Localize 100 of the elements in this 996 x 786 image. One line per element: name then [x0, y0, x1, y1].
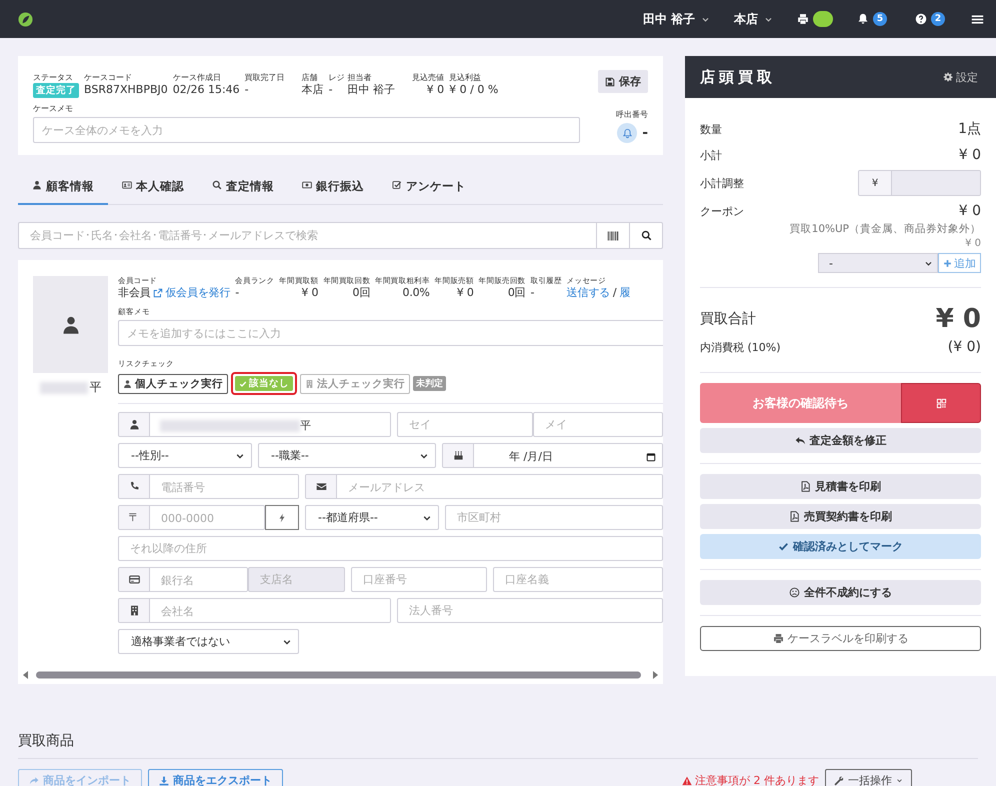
field-value: - — [244, 83, 250, 97]
store-menu[interactable]: 本店 — [734, 10, 773, 28]
person-icon — [32, 179, 42, 191]
bell-icon[interactable] — [857, 13, 869, 25]
status-badge: 査定完了 — [33, 83, 79, 98]
calendar-icon — [646, 452, 656, 462]
frown-face-icon — [789, 587, 800, 598]
field-value: 田中 裕子 — [348, 83, 396, 97]
id-card-icon — [122, 179, 132, 191]
add-coupon-button[interactable]: 追加 — [938, 253, 981, 273]
check-result-badge: 該当なし — [235, 376, 293, 391]
field-label: 店舗 — [302, 72, 319, 83]
panel-title: 店頭買取 — [700, 68, 776, 86]
action-button[interactable]: 見積書を印刷 — [700, 474, 981, 499]
tab[interactable]: 査定情報 — [198, 179, 288, 205]
warning-icon — [682, 776, 692, 786]
job-select[interactable]: --職業-- — [258, 443, 436, 468]
summary-label: 小計 — [700, 148, 722, 162]
summary-label: 数量 — [700, 122, 722, 136]
person-icon — [128, 419, 140, 430]
invoice-status-select[interactable]: 適格事業者ではない — [118, 629, 299, 654]
field-label: 見込利益 — [449, 72, 482, 83]
menu-icon[interactable] — [971, 12, 984, 26]
summary-value: ¥ 0 — [958, 147, 981, 163]
leaf-logo-icon — [18, 12, 33, 26]
notification-count: 5 — [873, 12, 887, 26]
action-button[interactable]: 全件不成約にする — [700, 580, 981, 605]
printer-icon — [772, 633, 784, 644]
postal-code-field[interactable]: 〒 000-0000 — [118, 505, 265, 530]
bulk-action-button[interactable]: 一括操作 — [825, 769, 912, 786]
external-link-icon — [153, 288, 164, 298]
name-value: 平 — [300, 418, 311, 433]
tab[interactable]: アンケート — [378, 179, 480, 205]
total-label: 買取合計 — [700, 310, 756, 328]
summary-label: 小計調整 — [700, 176, 744, 190]
help-icon[interactable] — [915, 13, 927, 25]
summary-label: クーポン — [700, 204, 744, 218]
field-value: ¥ 0 — [426, 83, 444, 97]
summary-value: 1点 — [958, 120, 981, 138]
field-value: BSR87XHBPBJ0 — [84, 83, 168, 97]
warning-text: 注意事項が 2 件あります — [682, 773, 819, 786]
field-label: 担当者 — [348, 72, 373, 83]
settings-icon — [943, 72, 953, 82]
check-icon — [239, 380, 247, 388]
bell-icon — [622, 128, 633, 138]
coupon-note-value: ¥ 0 — [964, 238, 981, 249]
coupon-select[interactable]: - — [818, 253, 938, 273]
cake-icon — [452, 450, 464, 461]
wrench-icon — [834, 776, 844, 786]
gender-select[interactable]: --性別-- — [118, 443, 252, 468]
call-number-value: - — [642, 125, 648, 141]
pdf-file-icon — [789, 511, 800, 522]
postal-mark: 〒 — [119, 506, 150, 529]
export-button[interactable]: 商品をエクスポート — [148, 769, 283, 786]
banknote-icon — [302, 179, 312, 191]
section-title: 買取商品 — [18, 732, 978, 759]
separator-text: / — [612, 286, 616, 300]
action-button[interactable]: 売買契約書を印刷 — [700, 504, 981, 529]
field-label: 買取完了日 — [244, 72, 285, 83]
print-label-button[interactable]: ケースラベルを印刷する — [700, 626, 981, 651]
printer-icon[interactable] — [797, 13, 809, 25]
field-value: 本店 — [302, 83, 324, 97]
field-label: ケースコード — [84, 72, 133, 83]
prefecture-select[interactable]: --都道府県-- — [305, 505, 439, 530]
settings-button[interactable]: 設定 — [943, 70, 978, 84]
individual-check-button[interactable]: 個人チェック実行 — [118, 374, 228, 394]
pdf-file-icon — [800, 481, 811, 492]
name-field[interactable]: 平 — [118, 412, 391, 437]
user-menu[interactable]: 田中 裕子 — [642, 10, 710, 28]
stat-value: 0回 — [351, 286, 370, 300]
tab[interactable]: 顧客情報 — [18, 179, 108, 205]
download-icon — [159, 776, 169, 786]
stat-value: - — [530, 286, 536, 300]
message-link[interactable]: 履 — [619, 286, 630, 300]
check-icon — [778, 541, 789, 552]
share-arrow-icon — [29, 776, 39, 786]
total-value: ¥ 0 — [936, 304, 981, 334]
stat-value: ¥ 0 — [456, 286, 474, 300]
lightning-icon — [277, 512, 287, 522]
credit-card-icon — [128, 574, 140, 585]
tab[interactable]: 銀行振込 — [288, 179, 378, 205]
adjustment-field[interactable]: ¥ — [858, 170, 981, 196]
check-result-badge: 未判定 — [413, 376, 446, 391]
save-button[interactable]: 保存 — [598, 70, 648, 93]
field-label: 見込売値 — [412, 72, 444, 83]
message-link[interactable]: 送信する — [566, 286, 610, 300]
call-bell-button[interactable] — [617, 123, 638, 143]
birthday-field[interactable]: 年 /月/日 — [442, 443, 663, 468]
field-label: レジ — [328, 72, 345, 83]
action-button[interactable]: 査定金額を修正 — [700, 428, 981, 453]
stat-value: 0回 — [506, 286, 526, 300]
field-label: ステータス — [33, 72, 74, 83]
mark-confirmed-button[interactable]: 確認済みとしてマーク — [700, 534, 981, 559]
address-lookup-button[interactable] — [265, 505, 299, 530]
blurred-name-block — [40, 382, 88, 394]
issue-temp-member-link[interactable]: 仮会員を発行 — [153, 286, 230, 300]
tab[interactable]: 本人確認 — [108, 179, 198, 205]
stat-value: - — [235, 286, 240, 300]
customer-name: 平 — [90, 379, 102, 396]
field-value: ¥ 0 / 0 % — [449, 83, 498, 97]
